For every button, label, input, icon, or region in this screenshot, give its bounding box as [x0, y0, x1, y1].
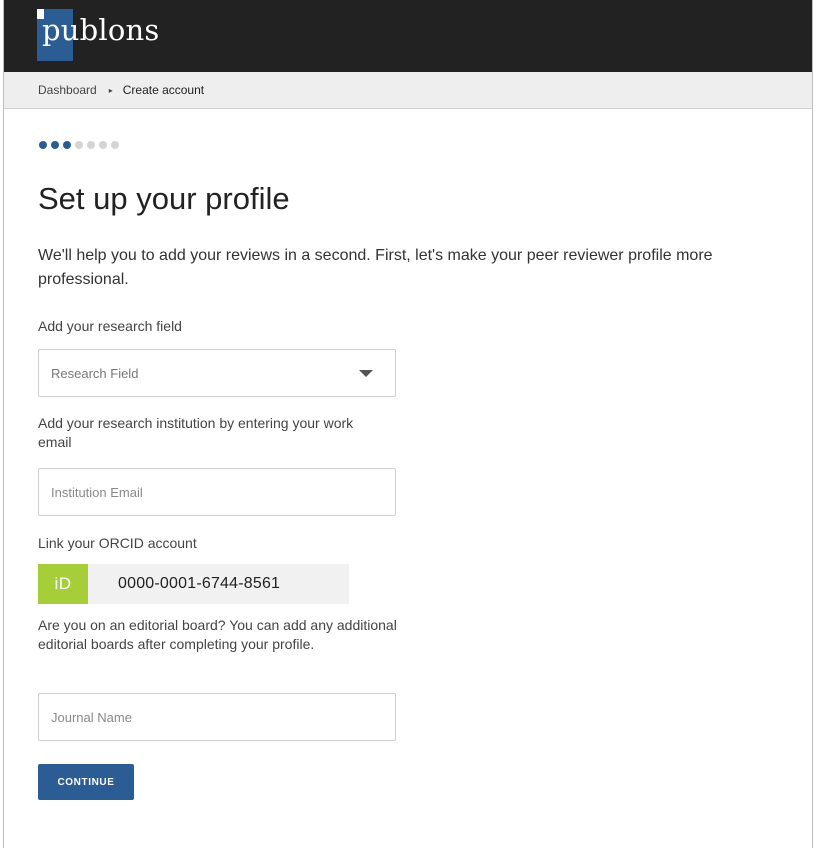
- progress-dot: [63, 141, 71, 149]
- research-field-label: Add your research field: [38, 318, 182, 334]
- progress-dot: [87, 141, 95, 149]
- page-title: Set up your profile: [38, 181, 290, 216]
- progress-dot: [75, 141, 83, 149]
- logo-text: publons: [42, 13, 160, 47]
- caret-down-icon: [359, 369, 373, 377]
- orcid-link-button[interactable]: iD 0000-0001-6744-8561: [38, 564, 349, 604]
- orcid-id-value: 0000-0001-6744-8561: [118, 575, 281, 592]
- institution-email-input[interactable]: [38, 468, 396, 516]
- orcid-label: Link your ORCID account: [38, 535, 197, 551]
- institution-label: Add your research institution by enterin…: [38, 415, 354, 450]
- progress-dot: [111, 141, 119, 149]
- continue-button[interactable]: CONTINUE: [38, 764, 134, 800]
- research-field-placeholder: Research Field: [51, 365, 139, 381]
- progress-dot: [51, 141, 59, 149]
- progress-dot: [99, 141, 107, 149]
- research-field-select[interactable]: Research Field: [38, 349, 396, 397]
- editorial-board-label: Are you on an editorial board? You can a…: [38, 617, 397, 652]
- journal-name-input[interactable]: [38, 693, 396, 741]
- top-navbar: publons: [4, 0, 812, 72]
- breadcrumb-current: Create account: [122, 83, 205, 97]
- breadcrumb-separator-icon: ▸: [108, 85, 113, 95]
- step-progress-dots: [39, 141, 119, 149]
- app-window: publons Dashboard ▸ Create account Set u…: [3, 0, 813, 848]
- orcid-icon: iD: [38, 564, 88, 604]
- breadcrumb: Dashboard ▸ Create account: [4, 72, 812, 109]
- progress-dot: [39, 141, 47, 149]
- intro-text: We'll help you to add your reviews in a …: [38, 247, 713, 288]
- breadcrumb-dashboard-link[interactable]: Dashboard: [38, 83, 97, 97]
